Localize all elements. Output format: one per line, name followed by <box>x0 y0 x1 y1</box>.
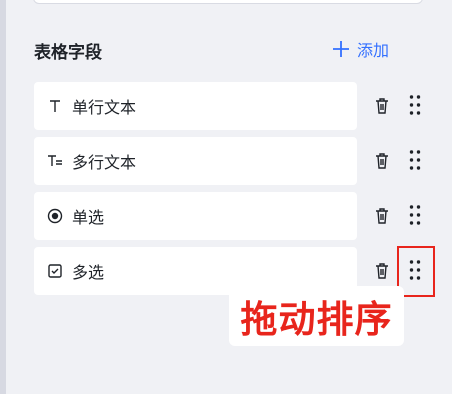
drag-handle-icon[interactable] <box>408 204 422 226</box>
drag-sort-annotation: 拖动排序 <box>229 286 404 346</box>
field-row-single-line-text[interactable]: 单行文本 <box>34 82 429 130</box>
trash-icon[interactable] <box>374 151 390 171</box>
trash-icon[interactable] <box>374 206 390 226</box>
field-card[interactable]: 单行文本 <box>34 82 357 130</box>
plus-icon <box>333 41 349 57</box>
checkbox-icon <box>47 263 63 279</box>
drag-handle-icon[interactable] <box>408 149 422 171</box>
single-line-text-icon <box>47 98 63 114</box>
previous-panel-card <box>33 0 423 4</box>
field-row-multi-line-text[interactable]: 多行文本 <box>34 137 429 185</box>
field-label: 多行文本 <box>72 153 137 172</box>
field-card[interactable]: 单选 <box>34 192 357 240</box>
add-field-label: 添加 <box>357 41 390 60</box>
left-divider <box>0 0 6 394</box>
section-title: 表格字段 <box>34 43 102 63</box>
trash-icon[interactable] <box>374 96 390 116</box>
field-label: 多选 <box>72 263 105 282</box>
multi-line-text-icon <box>47 153 63 169</box>
radio-icon <box>47 208 63 224</box>
field-label: 单行文本 <box>72 98 137 117</box>
drag-handle-icon[interactable] <box>408 94 422 116</box>
add-field-button[interactable]: 添加 <box>332 36 389 62</box>
field-label: 单选 <box>72 208 105 227</box>
field-row-radio[interactable]: 单选 <box>34 192 429 240</box>
field-card[interactable]: 多行文本 <box>34 137 357 185</box>
trash-icon[interactable] <box>374 261 390 281</box>
